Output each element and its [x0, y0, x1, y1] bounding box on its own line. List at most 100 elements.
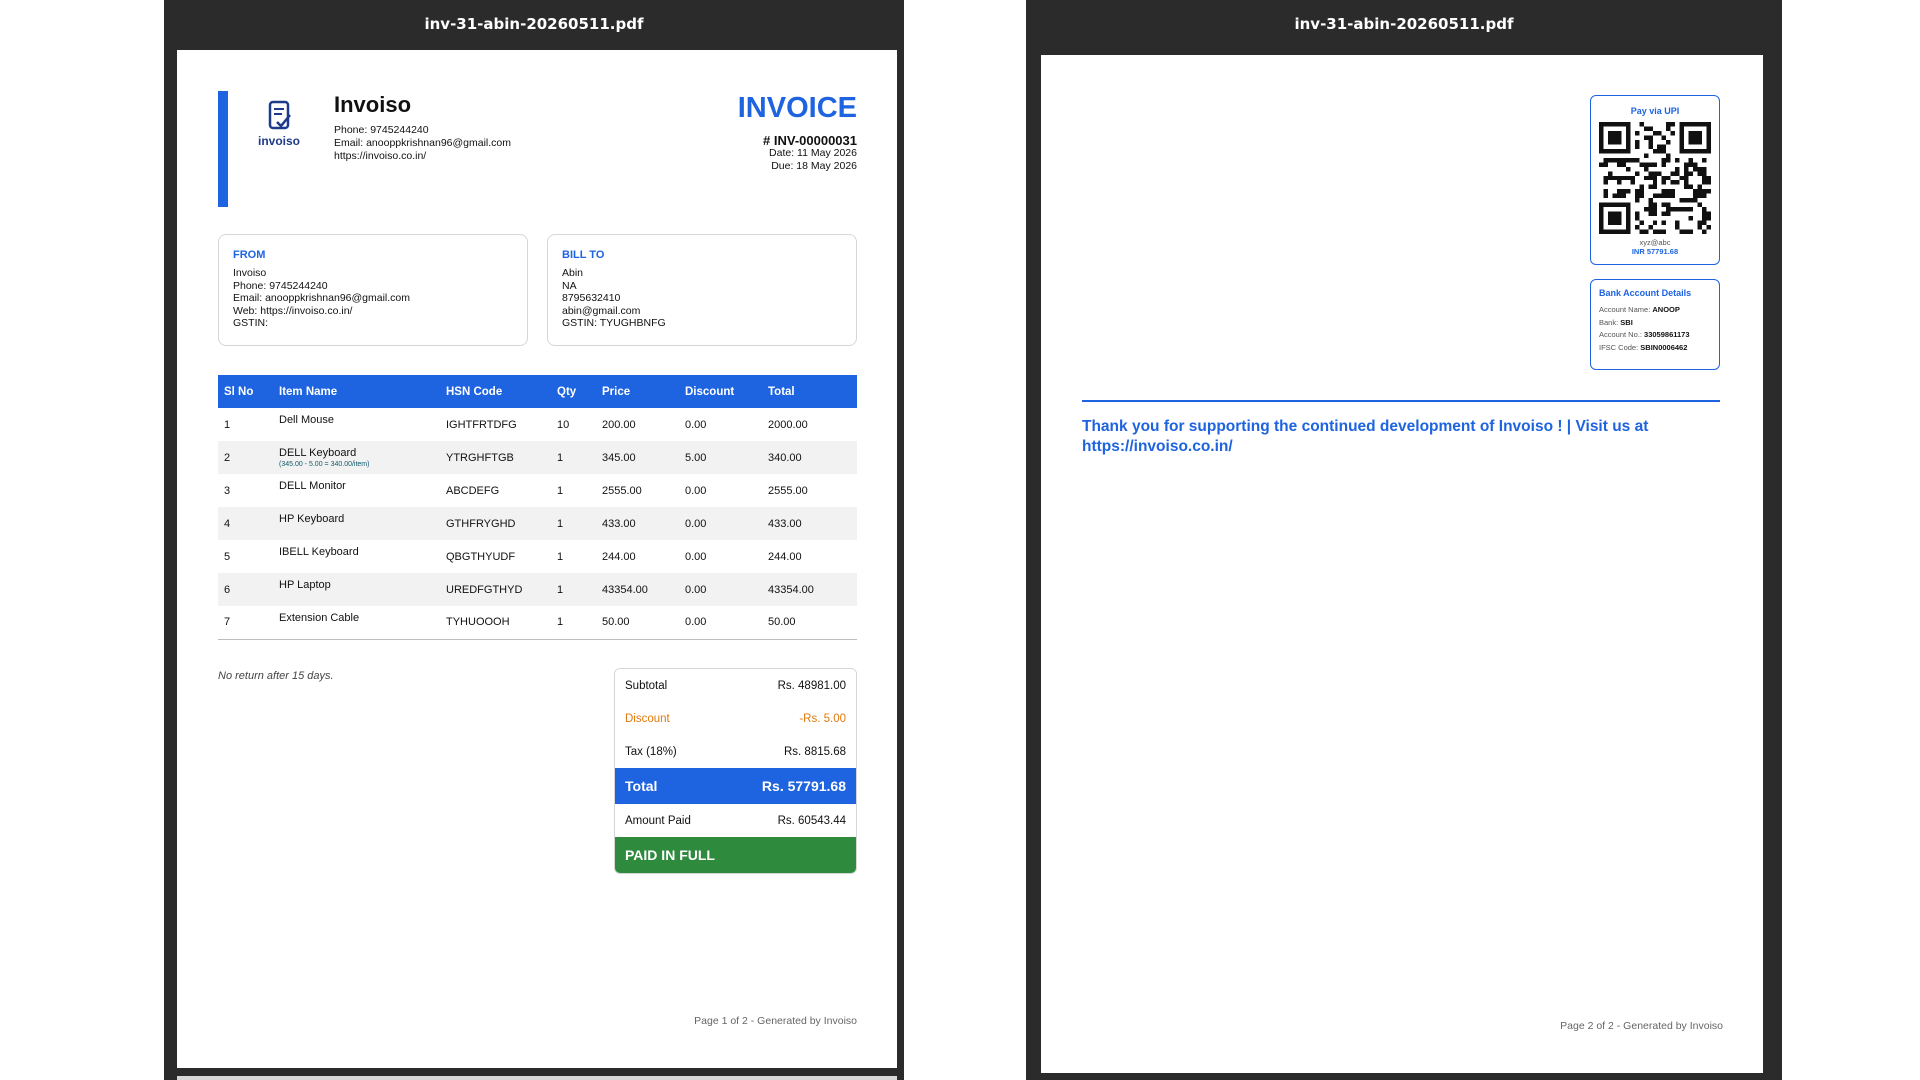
- from-line: Invoiso: [233, 267, 267, 279]
- cell-qty: 1: [551, 507, 596, 540]
- cell-hsn: IGHTFRTDFG: [446, 418, 517, 431]
- item-name: Dell Mouse: [279, 414, 335, 426]
- invoice-title: INVOICE: [737, 92, 857, 124]
- bill-to-line: Abin: [562, 267, 584, 279]
- cell-sl: 1: [224, 418, 231, 431]
- cell-sl: 5: [224, 550, 231, 563]
- bank-name: Bank: SBI: [1599, 317, 1711, 330]
- bank-field-label: Account No.:: [1599, 330, 1642, 339]
- cell-hsn: QBGTHYUDF: [446, 550, 516, 563]
- cell-price: 244.00: [602, 550, 636, 563]
- cell-qty: 1: [551, 573, 596, 606]
- cell-price: 43354.00: [596, 573, 679, 606]
- bank-field-value: ANOOP: [1652, 305, 1680, 314]
- cell-item-name: DELL Monitor: [273, 474, 440, 507]
- cell-discount: 0.00: [679, 507, 762, 540]
- upi-id: xyz@abc: [1639, 238, 1671, 247]
- bank-field-label: Account Name:: [1599, 305, 1651, 314]
- from-address-box: FROM Invoiso Phone: 9745244240 Email: an…: [218, 234, 528, 346]
- header-accent-bar: [218, 91, 228, 207]
- bank-field-value: 33059861173: [1644, 330, 1690, 339]
- bank-details-card: Bank Account Details Account Name: ANOOP…: [1590, 279, 1720, 370]
- total-row: Total Rs. 57791.68: [615, 768, 856, 804]
- amount-paid-value: Rs. 60543.44: [777, 814, 846, 827]
- cell-price: 200.00: [602, 418, 636, 431]
- column-header: Price: [596, 375, 679, 408]
- cell-hsn: ABCDEFG: [446, 484, 500, 497]
- bill-to-line: 8795632410: [562, 292, 621, 304]
- totals-box: Subtotal Rs. 48981.00 Discount -Rs. 5.00…: [614, 668, 857, 874]
- cell-total: 433.00: [762, 507, 857, 540]
- table-row: 2 DELL Keyboard (345.00 - 5.00 = 340.00/…: [218, 441, 857, 474]
- bank-field-value: SBI: [1620, 317, 1633, 327]
- item-name: DELL Keyboard: [279, 447, 357, 459]
- cell-qty: 1: [557, 484, 564, 497]
- tax-row: Tax (18%) Rs. 8815.68: [615, 735, 856, 768]
- discount-row: Discount -Rs. 5.00: [615, 702, 856, 735]
- cell-total: 50.00: [762, 606, 857, 640]
- upi-title: Pay via UPI: [1630, 106, 1680, 116]
- column-header: HSN Code: [440, 375, 551, 408]
- table-row: 4 HP Keyboard GTHFRYGHD 1 433.00 0.00 43…: [218, 507, 857, 540]
- cell-sl: 3: [224, 484, 231, 497]
- thank-you-message: Thank you for supporting the continued d…: [1082, 418, 1649, 455]
- cell-price: 50.00: [596, 606, 679, 640]
- table-row: 5 IBELL Keyboard QBGTHYUDF 1 244.00 0.00…: [218, 540, 857, 573]
- invoice-due-date: Due: 18 May 2026: [771, 160, 857, 172]
- column-header: Sl No: [218, 375, 273, 408]
- amount-paid-label: Amount Paid: [625, 814, 691, 827]
- total-value: Rs. 57791.68: [761, 778, 846, 794]
- invoice-page-1: invoiso Invoiso Phone: 9745244240 Email:…: [177, 50, 897, 1068]
- company-logo: invoiso: [253, 100, 305, 148]
- pdf-viewer-page-2: inv-31-abin-20260511.pdf Pay via UPI xyz…: [1026, 0, 1782, 1080]
- bill-to-line: abin@gmail.com: [562, 304, 641, 317]
- cell-item-name: DELL Keyboard (345.00 - 5.00 = 340.00/it…: [273, 441, 440, 474]
- table-row: 1 Dell Mouse IGHTFRTDFG 10 200.00 0.00 2…: [218, 408, 857, 441]
- items-table-header: Sl No Item Name HSN Code Qty Price Disco…: [218, 375, 857, 408]
- cell-hsn: TYHUOOOH: [440, 606, 551, 640]
- company-phone: Phone: 9745244240: [334, 124, 429, 136]
- cell-discount: 0.00: [685, 484, 707, 497]
- cell-discount: 0.00: [685, 418, 707, 431]
- total-label: Total: [625, 778, 658, 794]
- item-name: DELL Monitor: [279, 480, 346, 492]
- paid-status-banner: PAID IN FULL: [615, 837, 856, 873]
- from-line: Phone: 9745244240: [233, 279, 328, 292]
- tax-label: Tax (18%): [625, 745, 677, 758]
- document-check-icon: [268, 100, 291, 130]
- cell-total: 340.00: [762, 441, 857, 474]
- cell-hsn: GTHFRYGHD: [440, 507, 551, 540]
- tax-value: Rs. 8815.68: [783, 745, 846, 758]
- items-table: Sl No Item Name HSN Code Qty Price Disco…: [218, 375, 857, 640]
- next-page-edge: [177, 1076, 897, 1080]
- cell-price: 345.00: [596, 441, 679, 474]
- bank-account-name: Account Name: ANOOP: [1599, 304, 1711, 317]
- bank-field-value: SBIN0006462: [1640, 342, 1688, 352]
- column-header: Discount: [679, 375, 762, 408]
- from-label: FROM: [233, 249, 266, 261]
- page-footer: Page 2 of 2 - Generated by Invoiso: [1560, 1020, 1723, 1032]
- cell-hsn: YTRGHFTGB: [440, 441, 551, 474]
- company-name: Invoiso: [334, 92, 412, 117]
- discount-value: -Rs. 5.00: [799, 712, 846, 725]
- bank-field-label: IFSC Code:: [1599, 342, 1639, 352]
- cell-price: 433.00: [596, 507, 679, 540]
- cell-price: 2555.00: [602, 484, 642, 497]
- bank-account-number: Account No.: 33059861173: [1599, 329, 1711, 342]
- item-name: HP Keyboard: [279, 513, 345, 525]
- cell-item-name: Dell Mouse: [273, 408, 440, 441]
- paid-status-text: PAID IN FULL: [625, 847, 715, 863]
- pdf-filename-title: inv-31-abin-20260511.pdf: [424, 15, 644, 33]
- subtotal-value: Rs. 48981.00: [777, 679, 846, 692]
- cell-item-name: HP Keyboard: [273, 507, 440, 540]
- bank-details-title: Bank Account Details: [1599, 288, 1692, 298]
- cell-total: 2000.00: [768, 418, 808, 431]
- upi-qr-code: [1599, 122, 1711, 234]
- cell-hsn: UREDFGTHYD: [440, 573, 551, 606]
- divider-rule: [1082, 400, 1720, 402]
- cell-qty: 10: [557, 418, 570, 431]
- cell-discount: 5.00: [679, 441, 762, 474]
- column-header: Item Name: [273, 375, 440, 408]
- cell-item-name: IBELL Keyboard: [273, 540, 440, 573]
- item-name: HP Laptop: [279, 579, 331, 591]
